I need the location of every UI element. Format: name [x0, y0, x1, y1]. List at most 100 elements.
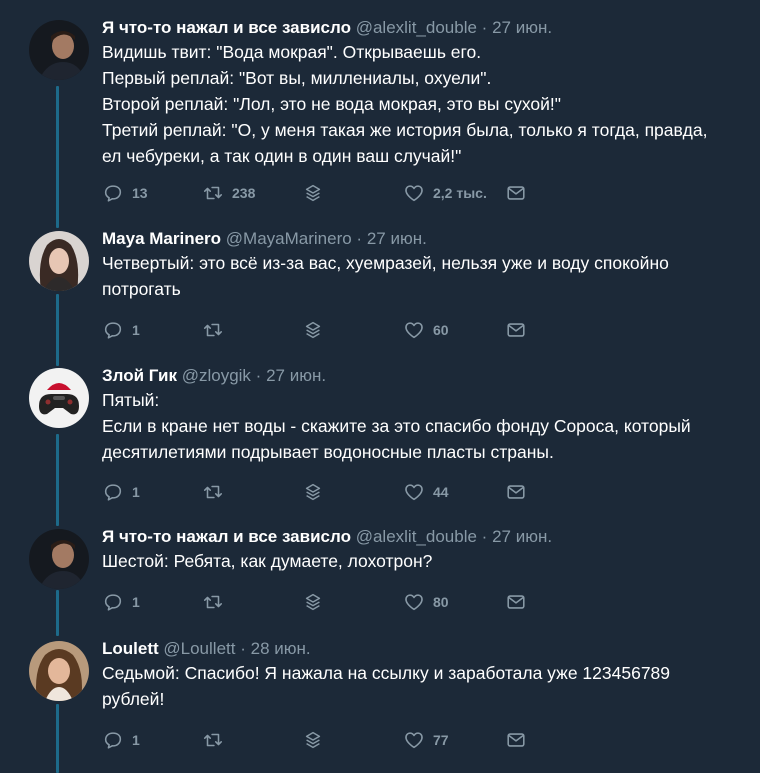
stack-button[interactable]	[302, 318, 324, 342]
reply-button[interactable]: 1	[102, 480, 140, 504]
like-button[interactable]: 77	[403, 728, 449, 752]
tweet-header: Злой Гик @zloygik · 27 июн.	[102, 365, 742, 387]
tweet-header: Loulett @Loullett · 28 июн.	[102, 638, 742, 660]
retweet-icon	[202, 481, 224, 503]
tweet-header: Я что-то нажал и все зависло @alexlit_do…	[102, 17, 742, 39]
retweet-button[interactable]	[202, 728, 232, 752]
message-button[interactable]	[505, 181, 527, 205]
tweet-header: Я что-то нажал и все зависло @alexlit_do…	[102, 526, 742, 548]
retweet-icon	[202, 591, 224, 613]
retweet-icon	[202, 182, 224, 204]
like-count: 60	[433, 322, 449, 338]
like-button[interactable]: 80	[403, 590, 449, 614]
message-button[interactable]	[505, 318, 527, 342]
display-name[interactable]: Maya Marinero	[102, 229, 221, 248]
tweet-actions: 1 60	[102, 318, 542, 342]
retweet-button[interactable]	[202, 590, 232, 614]
tweet-date[interactable]: 27 июн.	[492, 18, 552, 37]
thread-line	[56, 434, 59, 526]
reply-icon	[102, 182, 124, 204]
thread-line	[56, 86, 59, 228]
thread-line	[56, 294, 59, 366]
tweet-actions: 1 80	[102, 590, 542, 614]
heart-icon	[403, 729, 425, 751]
tweet-actions: 1 44	[102, 480, 542, 504]
stack-button[interactable]	[302, 480, 324, 504]
reply-count: 1	[132, 732, 140, 748]
separator: ·	[481, 527, 488, 546]
reply-count: 1	[132, 322, 140, 338]
display-name[interactable]: Я что-то нажал и все зависло	[102, 18, 351, 37]
tweet-text-line: Если в кране нет воды - скажите за это с…	[102, 416, 691, 436]
display-name[interactable]: Я что-то нажал и все зависло	[102, 527, 351, 546]
reply-icon	[102, 729, 124, 751]
like-button[interactable]: 60	[403, 318, 449, 342]
reply-icon	[102, 481, 124, 503]
message-button[interactable]	[505, 590, 527, 614]
stack-icon	[302, 182, 324, 204]
avatar[interactable]	[29, 20, 89, 80]
tweet-date[interactable]: 28 июн.	[251, 639, 311, 658]
message-button[interactable]	[505, 728, 527, 752]
stack-button[interactable]	[302, 590, 324, 614]
thread-line	[56, 704, 59, 773]
heart-icon	[403, 182, 425, 204]
retweet-button[interactable]: 238	[202, 181, 255, 205]
display-name[interactable]: Злой Гик	[102, 366, 177, 385]
tweet-date[interactable]: 27 июн.	[266, 366, 326, 385]
reply-button[interactable]: 1	[102, 728, 140, 752]
like-count: 44	[433, 484, 449, 500]
retweet-icon	[202, 319, 224, 341]
retweet-icon	[202, 729, 224, 751]
reply-button[interactable]: 13	[102, 181, 148, 205]
tweet-text: Шестой: Ребята, как думаете, лохотрон?	[102, 548, 742, 574]
reply-count: 13	[132, 185, 148, 201]
tweet-text-line: потрогать	[102, 279, 181, 299]
user-handle[interactable]: @alexlit_double	[356, 18, 477, 37]
retweet-button[interactable]	[202, 318, 232, 342]
tweet-date[interactable]: 27 июн.	[492, 527, 552, 546]
tweet-text: Пятый: Если в кране нет воды - скажите з…	[102, 387, 742, 465]
stack-button[interactable]	[302, 728, 324, 752]
reply-button[interactable]: 1	[102, 590, 140, 614]
tweet-text-line: десятилетиями подрывает водоносные пласт…	[102, 442, 554, 462]
like-button[interactable]: 2,2 тыс.	[403, 181, 487, 205]
separator: ·	[255, 366, 262, 385]
user-handle[interactable]: @Loullett	[163, 639, 235, 658]
reply-button[interactable]: 1	[102, 318, 140, 342]
tweet-text-line: Седьмой: Спасибо! Я нажала на ссылку и з…	[102, 663, 671, 683]
user-handle[interactable]: @zloygik	[182, 366, 251, 385]
message-icon	[505, 319, 527, 341]
like-button[interactable]: 44	[403, 480, 449, 504]
stack-button[interactable]	[302, 181, 324, 205]
display-name[interactable]: Loulett	[102, 639, 159, 658]
tweet-text-line: Первый реплай: "Вот вы, миллениалы, охуе…	[102, 68, 492, 88]
user-handle[interactable]: @MayaMarinero	[226, 229, 352, 248]
user-handle[interactable]: @alexlit_double	[356, 527, 477, 546]
tweet-text-line: ел чебуреки, а так один в один ваш случа…	[102, 146, 462, 166]
tweet-text-line: рублей!	[102, 689, 165, 709]
tweet-header: Maya Marinero @MayaMarinero · 27 июн.	[102, 228, 742, 250]
avatar[interactable]	[29, 231, 89, 291]
like-count: 80	[433, 594, 449, 610]
separator: ·	[240, 639, 246, 658]
reply-icon	[102, 319, 124, 341]
tweet-date[interactable]: 27 июн.	[367, 229, 427, 248]
tweet-text-line: Видишь твит: "Вода мокрая". Открываешь е…	[102, 42, 482, 62]
stack-icon	[302, 481, 324, 503]
retweet-count: 238	[232, 185, 256, 201]
avatar[interactable]	[29, 641, 89, 701]
heart-icon	[403, 591, 425, 613]
stack-icon	[302, 729, 324, 751]
retweet-button[interactable]	[202, 480, 232, 504]
message-icon	[505, 182, 527, 204]
message-button[interactable]	[505, 480, 527, 504]
avatar[interactable]	[29, 368, 89, 428]
heart-icon	[403, 481, 425, 503]
separator: ·	[481, 18, 488, 37]
reply-count: 1	[132, 594, 140, 610]
tweet-text-line: Четвертый: это всё из-за вас, хуемразей,…	[102, 253, 669, 273]
like-count: 2,2 тыс.	[433, 185, 487, 201]
avatar[interactable]	[29, 529, 89, 589]
tweet-text-line: Второй реплай: "Лол, это не вода мокрая,…	[102, 94, 561, 114]
